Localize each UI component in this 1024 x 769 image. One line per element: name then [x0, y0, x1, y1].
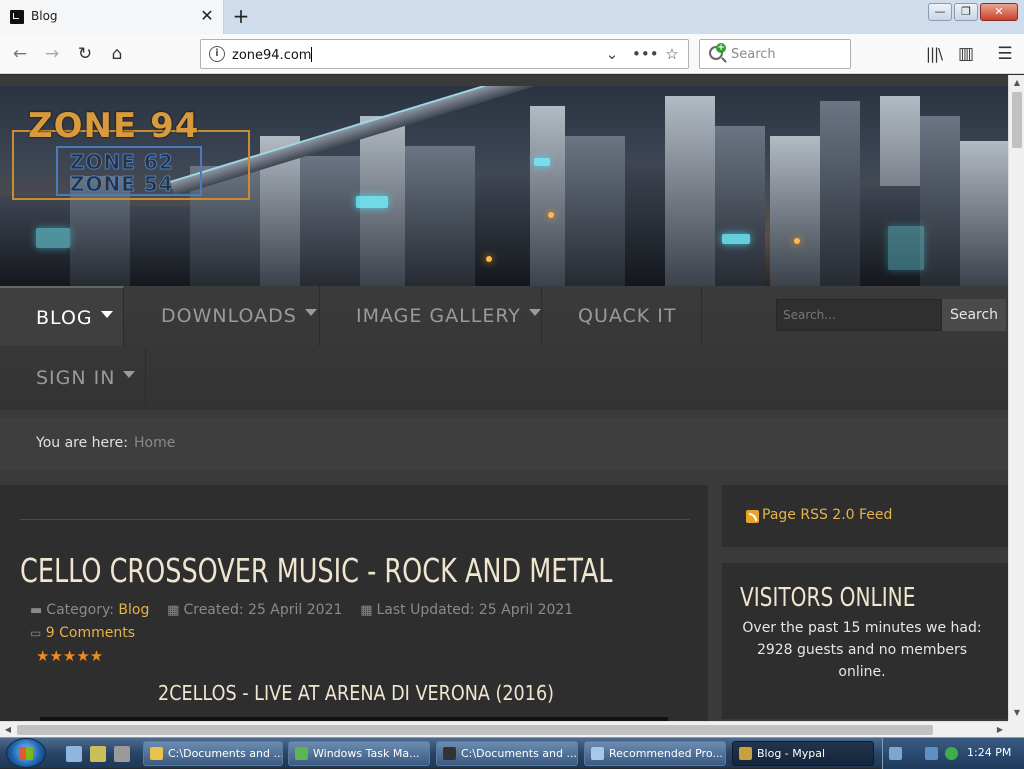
title-bar: Blog ✕ + — ❐ ✕ [0, 0, 1024, 34]
site-search-button[interactable]: Search [942, 299, 1006, 331]
visitors-title: VISITORS ONLINE [740, 583, 916, 613]
minimize-button[interactable]: — [928, 3, 952, 21]
new-tab-button[interactable]: + [229, 4, 253, 28]
logo-sub-text-1: ZONE 62 [70, 150, 174, 175]
library-icon[interactable]: |||\ [922, 42, 946, 66]
menu-item-downloads[interactable]: DOWNLOADS [124, 286, 320, 346]
clock[interactable]: 1:24 PM [967, 746, 1011, 759]
dropdown-chevron-icon[interactable]: ⌄ [602, 44, 622, 64]
browser-tab-blog[interactable]: Blog ✕ [0, 0, 224, 34]
breadcrumb-label: You are here: [36, 435, 128, 451]
rss-panel: Page RSS 2.0 Feed [722, 485, 1008, 547]
scroll-up-arrow-icon[interactable]: ▲ [1009, 75, 1024, 91]
navigation-toolbar: ← → ↻ ⌂ i zone94.com ⌄ ••• ☆ + Search ||… [0, 34, 1024, 74]
search-placeholder: Search [731, 47, 776, 62]
main-menu: BLOG DOWNLOADS IMAGE GALLERY QUACK IT Se… [0, 286, 1008, 410]
category-link[interactable]: Blog [118, 602, 149, 618]
task-manager-icon [295, 747, 308, 760]
breadcrumb-home-link[interactable]: Home [134, 435, 175, 451]
archive-icon [443, 747, 456, 760]
visitors-panel: VISITORS ONLINE Over the past 15 minutes… [722, 563, 1008, 719]
url-text[interactable]: zone94.com [232, 47, 313, 63]
bookmark-star-icon[interactable]: ☆ [662, 44, 682, 64]
document-icon [591, 747, 604, 760]
web-page: ZONE 94 ZONE 62 ZONE 54 BLOG DOWNLOADS I… [0, 75, 1008, 721]
caret-down-icon [528, 309, 541, 316]
menu-item-blog[interactable]: BLOG [0, 286, 124, 346]
breadcrumb: You are here: Home [0, 418, 1008, 470]
article-title[interactable]: CELLO CROSSOVER MUSIC - ROCK AND METAL [20, 551, 613, 590]
hamburger-menu-icon[interactable]: ☰ [993, 42, 1017, 66]
caret-down-icon [100, 311, 113, 318]
network-icon[interactable] [925, 747, 938, 760]
browser-icon [739, 747, 752, 760]
taskbar-button-task-manager[interactable]: Windows Task Ma... [288, 741, 430, 766]
address-bar[interactable]: i zone94.com ⌄ ••• ☆ [200, 39, 689, 69]
taskbar-button-recommended[interactable]: Recommended Pro... [584, 741, 726, 766]
scrollbar-thumb[interactable] [1012, 92, 1022, 148]
system-tray: 1:24 PM [882, 738, 1024, 769]
comments-link[interactable]: ▭ 9 Comments [30, 625, 135, 641]
site-search-input[interactable]: Search... [776, 299, 942, 331]
site-info-icon[interactable]: i [209, 46, 225, 62]
vertical-scrollbar[interactable]: ▲ ▼ [1008, 75, 1024, 721]
start-button[interactable] [6, 738, 46, 768]
tab-title: Blog [31, 9, 58, 23]
browser-search-box[interactable]: + Search [699, 39, 851, 69]
close-tab-icon[interactable]: ✕ [198, 6, 216, 26]
forward-arrow-icon[interactable]: → [40, 42, 64, 66]
header-banner-image: ZONE 94 ZONE 62 ZONE 54 [0, 86, 1008, 286]
logo-main-text: ZONE 94 [28, 106, 200, 146]
reload-icon[interactable]: ↻ [73, 42, 97, 66]
close-window-button[interactable]: ✕ [980, 3, 1018, 21]
page-actions-icon[interactable]: ••• [632, 44, 659, 64]
star-rating[interactable]: ★★★★★ [36, 647, 103, 665]
scroll-left-arrow-icon[interactable]: ◀ [0, 722, 16, 738]
site-favicon-icon [10, 10, 24, 24]
menu-item-image-gallery[interactable]: IMAGE GALLERY [320, 286, 542, 346]
article-meta: ▬ Category: Blog ▦ Created: 25 April 2021 … [30, 602, 574, 618]
divider [20, 519, 690, 520]
taskbar-button-7zip[interactable]: C:\Documents and ... [436, 741, 578, 766]
show-desktop-icon[interactable] [66, 746, 82, 762]
created-date: Created: 25 April 2021 [183, 602, 343, 618]
calendar-icon: ▦ [360, 603, 373, 618]
scrollbar-thumb[interactable] [17, 725, 933, 735]
taskbar-button-explorer-1[interactable]: C:\Documents and ... [143, 741, 283, 766]
window-controls: — ❐ ✕ [928, 3, 1018, 21]
quick-launch-icon[interactable] [90, 746, 106, 762]
caret-down-icon [123, 371, 136, 378]
quick-launch-icon[interactable] [114, 746, 130, 762]
security-icon[interactable] [945, 747, 958, 760]
folder-icon [150, 747, 163, 760]
menu-item-quack-it[interactable]: QUACK IT [542, 286, 702, 346]
restore-button[interactable]: ❐ [954, 3, 978, 21]
visitors-text: Over the past 15 minutes we had: 2928 gu… [742, 620, 982, 680]
scroll-down-arrow-icon[interactable]: ▼ [1009, 705, 1024, 721]
rss-icon [746, 510, 759, 523]
scroll-right-arrow-icon[interactable]: ▶ [992, 722, 1008, 738]
menu-item-sign-in[interactable]: SIGN IN [0, 348, 146, 408]
taskbar-button-mypal[interactable]: Blog - Mypal [732, 741, 874, 766]
calendar-icon: ▦ [167, 603, 180, 618]
article-panel: CELLO CROSSOVER MUSIC - ROCK AND METAL ▬… [0, 485, 708, 721]
updated-date: Last Updated: 25 April 2021 [376, 602, 574, 618]
horizontal-scrollbar[interactable]: ◀ ▶ [0, 721, 1008, 737]
site-logo[interactable]: ZONE 94 ZONE 62 ZONE 54 [12, 100, 252, 206]
rss-feed-link[interactable]: Page RSS 2.0 Feed [762, 507, 892, 523]
folder-icon: ▬ [30, 603, 43, 618]
keyboard-icon[interactable] [889, 747, 902, 760]
home-icon[interactable]: ⌂ [105, 42, 129, 66]
comment-icon: ▭ [30, 626, 42, 640]
video-title: 2CELLOS - LIVE AT ARENA DI VERONA (2016) [158, 681, 555, 705]
back-arrow-icon[interactable]: ← [8, 42, 32, 66]
caret-down-icon [304, 309, 317, 316]
taskbar: C:\Documents and ... Windows Task Ma... … [0, 737, 1024, 769]
logo-sub-text-2: ZONE 54 [70, 172, 174, 197]
sidebar-toggle-icon[interactable]: ▥ [954, 42, 978, 66]
